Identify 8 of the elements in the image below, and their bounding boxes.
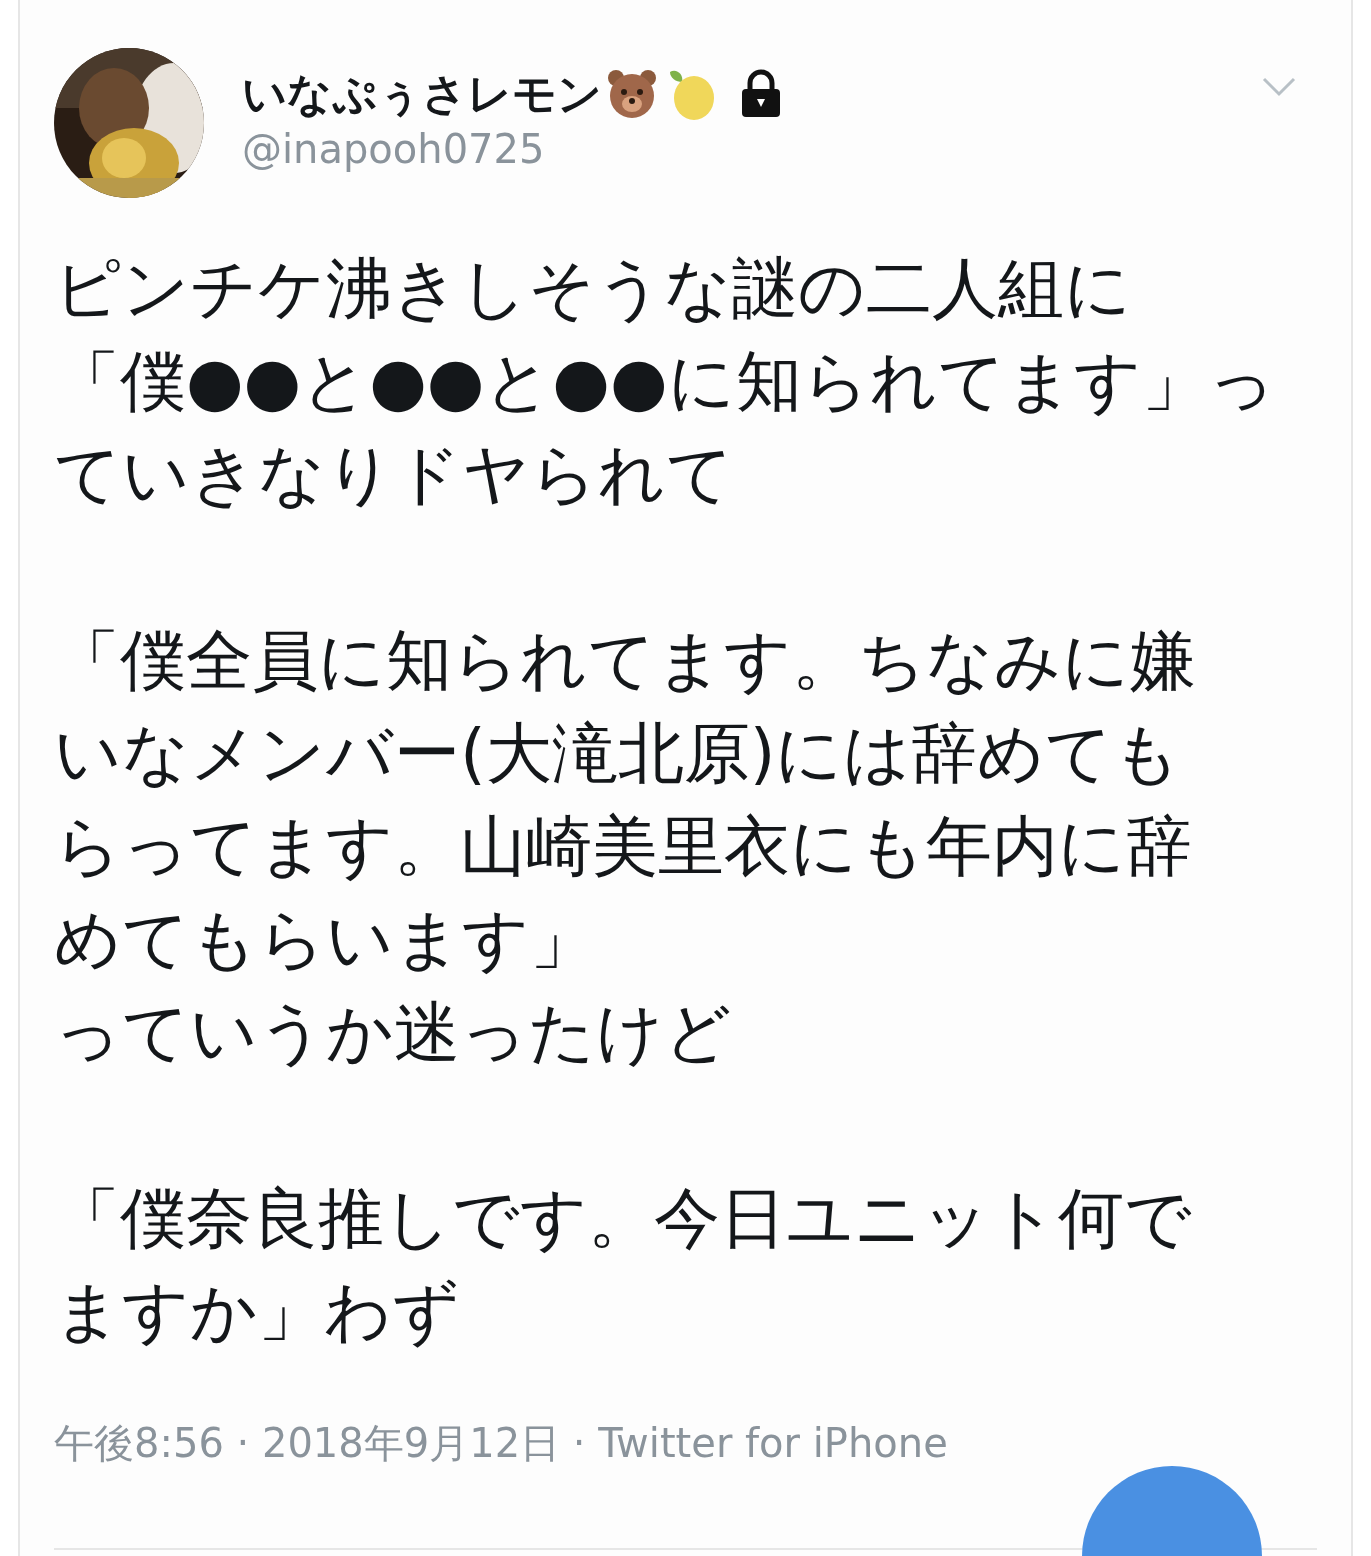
- tweet-timestamp: 午後8:56 · 2018年9月12日 · Twitter for iPhone: [54, 1419, 948, 1468]
- chevron-down-icon[interactable]: [1261, 76, 1297, 98]
- tweet-paragraph: ピンチケ沸きしそうな謎の二人組に 「僕●●と●●と●●に知られてます」っ ていきなりドヤられて: [54, 249, 1276, 515]
- tweet-paragraph: 「僕奈良推しです。今日ユニット何で ますか」わず: [54, 1179, 1192, 1352]
- bear-icon: [606, 68, 658, 120]
- display-name: いなぷぅさレモン: [242, 67, 602, 121]
- user-handle: @inapooh0725: [242, 125, 546, 174]
- tweet-paragraph: 「僕全員に知られてます。ちなみに嫌 いなメンバー(大滝北原)には辞めても らってます。山崎美里衣にも年内に辞 めてもらいます」 っていうか迷ったけど: [54, 621, 1196, 1073]
